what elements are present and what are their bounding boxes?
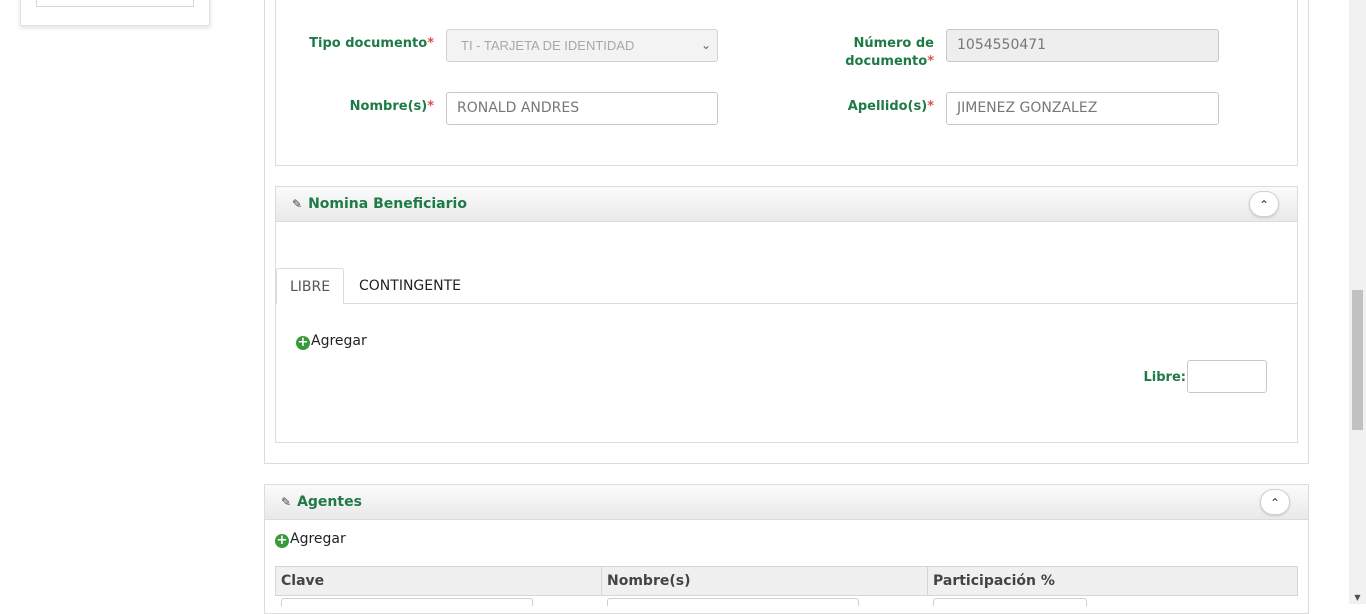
tab-libre-label: LIBRE xyxy=(290,279,331,295)
agentes-title: ✎ Agentes xyxy=(281,485,362,519)
beneficiary-data-panel xyxy=(275,0,1298,166)
tipo-documento-value: TI - TARJETA DE IDENTIDAD xyxy=(461,38,635,53)
scrollbar-thumb[interactable] xyxy=(1352,290,1363,430)
tab-contingente[interactable]: CONTINGENTE xyxy=(346,268,474,304)
libre-label: Libre: xyxy=(1120,369,1186,387)
agentes-add-link[interactable]: + Agregar xyxy=(275,530,346,548)
tipo-documento-select[interactable]: TI - TARJETA DE IDENTIDAD ⌄ xyxy=(446,29,718,62)
column-header-participacion: Participación % xyxy=(927,566,1298,596)
clave-cell-input[interactable] xyxy=(281,598,533,606)
nomina-title-text: Nomina Beneficiario xyxy=(308,196,467,212)
agentes-header: ✎ Agentes ⌃ xyxy=(264,484,1309,520)
scroll-down-arrow-icon[interactable]: ▼ xyxy=(1349,592,1366,604)
nombres-label: Nombre(s)* xyxy=(300,98,434,116)
nomina-title: ✎ Nomina Beneficiario xyxy=(292,187,467,221)
column-clave-label: Clave xyxy=(281,573,325,589)
nombres-value: RONALD ANDRES xyxy=(457,100,580,116)
apellidos-label: Apellido(s)* xyxy=(800,98,934,116)
plus-circle-icon: + xyxy=(296,335,310,350)
column-nombres-label: Nombre(s) xyxy=(607,573,691,589)
nombres-label-text: Nombre(s) xyxy=(349,99,428,114)
column-participacion-label: Participación % xyxy=(933,573,1055,589)
tab-contingente-label: CONTINGENTE xyxy=(359,278,461,294)
chevron-up-icon: ⌃ xyxy=(1269,496,1281,510)
plus-circle-icon: + xyxy=(275,533,289,548)
column-header-clave: Clave xyxy=(275,566,602,596)
numero-documento-label-line1: Número de xyxy=(853,36,935,51)
tipo-documento-label-text: Tipo documento xyxy=(309,36,428,51)
required-mark: * xyxy=(927,54,934,69)
required-mark: * xyxy=(427,99,434,114)
nomina-add-link[interactable]: + Agregar xyxy=(296,332,367,350)
numero-documento-value: 1054550471 xyxy=(957,37,1047,53)
libre-input[interactable] xyxy=(1187,360,1267,393)
column-header-nombres: Nombre(s) xyxy=(601,566,928,596)
nombres-cell-input[interactable] xyxy=(607,598,859,606)
required-mark: * xyxy=(927,99,934,114)
tab-libre[interactable]: LIBRE xyxy=(276,268,345,304)
numero-documento-input[interactable]: 1054550471 xyxy=(946,29,1219,62)
agentes-title-text: Agentes xyxy=(297,494,362,510)
required-mark: * xyxy=(427,36,434,51)
numero-documento-label: Número de documento* xyxy=(800,35,934,71)
participacion-cell-input[interactable] xyxy=(933,598,1087,606)
nombres-input[interactable]: RONALD ANDRES xyxy=(446,92,718,125)
apellidos-input[interactable]: JIMENEZ GONZALEZ xyxy=(946,92,1219,125)
nomina-collapse-button[interactable]: ⌃ xyxy=(1249,191,1279,217)
numero-documento-label-line2: documento xyxy=(845,54,928,69)
libre-label-text: Libre: xyxy=(1143,370,1186,385)
agentes-collapse-button[interactable]: ⌃ xyxy=(1260,489,1290,515)
nomina-header: ✎ Nomina Beneficiario ⌃ xyxy=(275,186,1298,222)
agentes-add-label: Agregar xyxy=(290,531,346,547)
nomina-panel xyxy=(275,186,1298,443)
chevron-up-icon: ⌃ xyxy=(1258,198,1270,212)
tipo-documento-label: Tipo documento* xyxy=(300,35,434,53)
apellidos-label-text: Apellido(s) xyxy=(847,99,928,114)
edit-icon: ✎ xyxy=(292,197,303,211)
sidebar-inner-box xyxy=(36,0,194,7)
chevron-down-icon: ⌄ xyxy=(700,38,711,52)
edit-icon: ✎ xyxy=(281,495,292,509)
apellidos-value: JIMENEZ GONZALEZ xyxy=(957,100,1098,116)
nomina-add-label: Agregar xyxy=(311,333,367,349)
